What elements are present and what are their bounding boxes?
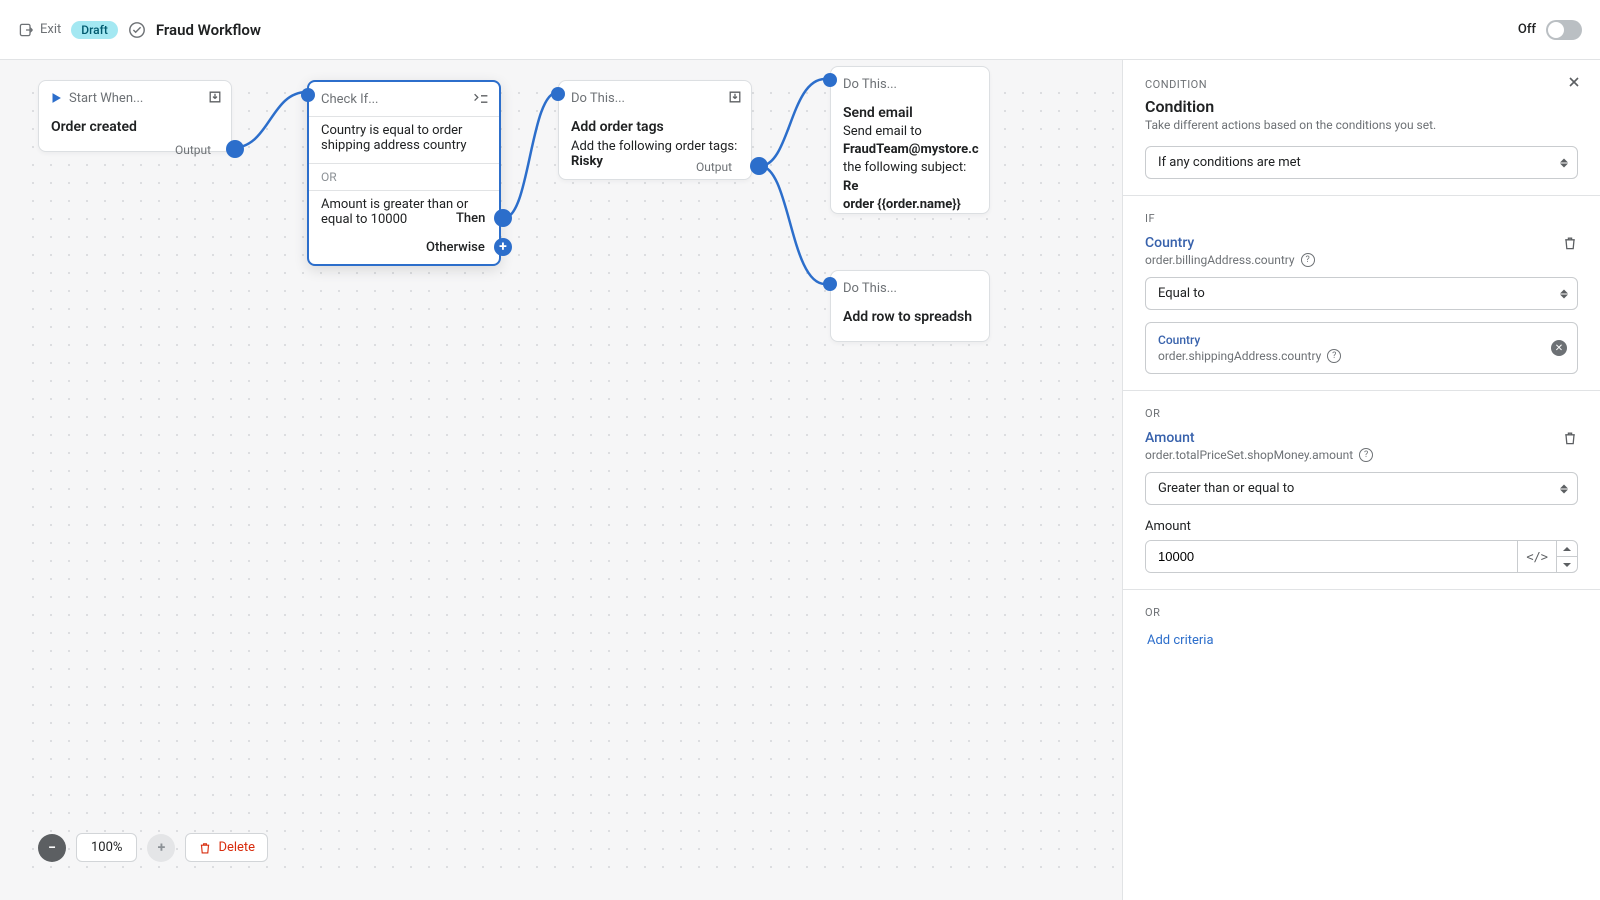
- criteria-1-operator: Equal to: [1145, 277, 1578, 310]
- start-output-port[interactable]: [226, 140, 244, 158]
- condition-panel: CONDITION Condition Take different actio…: [1122, 60, 1600, 900]
- step-down-button[interactable]: [1557, 557, 1577, 572]
- import-icon[interactable]: [207, 89, 223, 105]
- delete-criteria-1[interactable]: [1562, 235, 1578, 255]
- node-sheet-label: Do This...: [831, 271, 989, 305]
- trash-icon: [198, 841, 212, 855]
- close-icon: [1566, 74, 1582, 90]
- amount-input-wrap: </>: [1145, 540, 1578, 573]
- email-l3a: the following subject:: [843, 160, 966, 175]
- panel-subtitle: Take different actions based on the cond…: [1145, 118, 1578, 132]
- delete-label: Delete: [218, 840, 255, 855]
- condition-icon: [473, 92, 489, 106]
- node-tags-label: Do This...: [559, 81, 751, 115]
- node-email-label: Do This...: [831, 67, 989, 101]
- check-or: OR: [309, 164, 499, 190]
- node-email-title: Send email: [831, 101, 989, 123]
- tags-desc-bold: Risky: [571, 154, 603, 169]
- canvas-wrap: Start When... Order created Output Check…: [0, 60, 1600, 900]
- email-l1: Send email to: [843, 124, 922, 139]
- check-otherwise-label: Otherwise: [426, 240, 485, 255]
- amount-label: Amount: [1145, 519, 1578, 534]
- zoom-out-button[interactable]: −: [38, 834, 66, 862]
- code-toggle-button[interactable]: </>: [1517, 541, 1556, 572]
- chevron-updown-icon: [1560, 158, 1568, 167]
- email-l2: FraudTeam@mystore.c: [843, 142, 979, 157]
- criteria-2-operator-select[interactable]: Greater than or equal to: [1145, 472, 1578, 505]
- start-output-label: Output: [175, 143, 211, 157]
- clear-value-button[interactable]: ✕: [1551, 340, 1567, 356]
- header-right: Off: [1518, 20, 1582, 40]
- amount-input[interactable]: [1146, 541, 1517, 572]
- criteria-2-path: order.totalPriceSet.shopMoney.amount ?: [1145, 448, 1373, 462]
- trash-icon: [1562, 235, 1578, 251]
- zoom-in-button[interactable]: +: [147, 834, 175, 862]
- criteria-1-value-name: Country: [1158, 333, 1565, 347]
- node-start-label: Start When...: [39, 81, 231, 115]
- help-icon[interactable]: ?: [1359, 448, 1373, 462]
- node-sheet-title: Add row to spreadsh: [831, 305, 989, 337]
- check-otherwise-add[interactable]: +: [494, 238, 512, 256]
- exit-label: Exit: [40, 22, 61, 37]
- node-tags-title: Add order tags: [559, 115, 751, 139]
- node-sheet[interactable]: Do This... Add row to spreadsh: [830, 270, 990, 342]
- bottom-bar: − 100% + Delete: [38, 833, 268, 862]
- criteria-2-operator: Greater than or equal to: [1145, 472, 1578, 505]
- header: Exit Draft Fraud Workflow Off: [0, 0, 1600, 60]
- amount-stepper: [1556, 541, 1577, 572]
- enable-toggle[interactable]: [1546, 20, 1582, 40]
- exit-icon: [18, 22, 34, 38]
- criteria-1-value-path: order.shippingAddress.country ?: [1158, 349, 1565, 363]
- node-check-label: Check If...: [321, 92, 378, 107]
- close-button[interactable]: [1566, 74, 1582, 94]
- workflow-title: Fraud Workflow: [156, 21, 261, 39]
- tags-desc-prefix: Add the following order tags:: [571, 139, 737, 154]
- add-criteria-button[interactable]: Add criteria: [1145, 629, 1578, 652]
- import-icon[interactable]: [727, 89, 743, 105]
- toggle-label: Off: [1518, 22, 1536, 37]
- node-send-email[interactable]: Do This... Send email Send email to Frau…: [830, 66, 990, 214]
- delete-button[interactable]: Delete: [185, 833, 268, 862]
- criteria-1-operator-select[interactable]: Equal to: [1145, 277, 1578, 310]
- check-cond1: Country is equal to order shipping addre…: [309, 117, 499, 163]
- condition-mode-value: If any conditions are met: [1145, 146, 1578, 179]
- header-left: Exit Draft Fraud Workflow: [18, 21, 261, 39]
- criteria-1-name[interactable]: Country: [1145, 235, 1315, 251]
- criteria-1-value[interactable]: Country order.shippingAddress.country ? …: [1145, 322, 1578, 374]
- criteria-2-name[interactable]: Amount: [1145, 430, 1373, 446]
- zoom-level[interactable]: 100%: [76, 833, 137, 862]
- exit-button[interactable]: Exit: [18, 22, 61, 38]
- step-up-button[interactable]: [1557, 541, 1577, 557]
- check-then-port[interactable]: [494, 209, 512, 227]
- panel-eyebrow: CONDITION: [1145, 78, 1578, 91]
- criteria-1-path-text: order.billingAddress.country: [1145, 253, 1295, 267]
- check-circle-icon: [128, 21, 146, 39]
- condition-mode-select[interactable]: If any conditions are met: [1145, 146, 1578, 179]
- draft-badge: Draft: [71, 21, 118, 39]
- tags-output-label: Output: [696, 160, 732, 174]
- chevron-updown-icon: [1560, 289, 1568, 298]
- node-check[interactable]: Check If... Country is equal to order sh…: [307, 80, 501, 266]
- node-check-header: Check If...: [309, 82, 499, 116]
- email-l4: order {{order.name}}: [843, 197, 961, 212]
- help-icon[interactable]: ?: [1327, 349, 1341, 363]
- if-label: IF: [1145, 212, 1578, 225]
- help-icon[interactable]: ?: [1301, 253, 1315, 267]
- node-email-desc: Send email to FraudTeam@mystore.c the fo…: [831, 123, 989, 224]
- trash-icon: [1562, 430, 1578, 446]
- or-label-1: OR: [1145, 407, 1578, 420]
- panel-title: Condition: [1145, 97, 1578, 116]
- criteria-2-path-text: order.totalPriceSet.shopMoney.amount: [1145, 448, 1353, 462]
- chevron-updown-icon: [1560, 484, 1568, 493]
- tags-output-port[interactable]: [750, 157, 768, 175]
- delete-criteria-2[interactable]: [1562, 430, 1578, 450]
- node-start[interactable]: Start When... Order created: [38, 80, 232, 152]
- check-then-label: Then: [456, 211, 485, 226]
- email-l3b: Re: [843, 179, 858, 194]
- or-label-2: OR: [1145, 606, 1578, 619]
- criteria-1-path: order.billingAddress.country ?: [1145, 253, 1315, 267]
- criteria-1-value-path-text: order.shippingAddress.country: [1158, 349, 1321, 363]
